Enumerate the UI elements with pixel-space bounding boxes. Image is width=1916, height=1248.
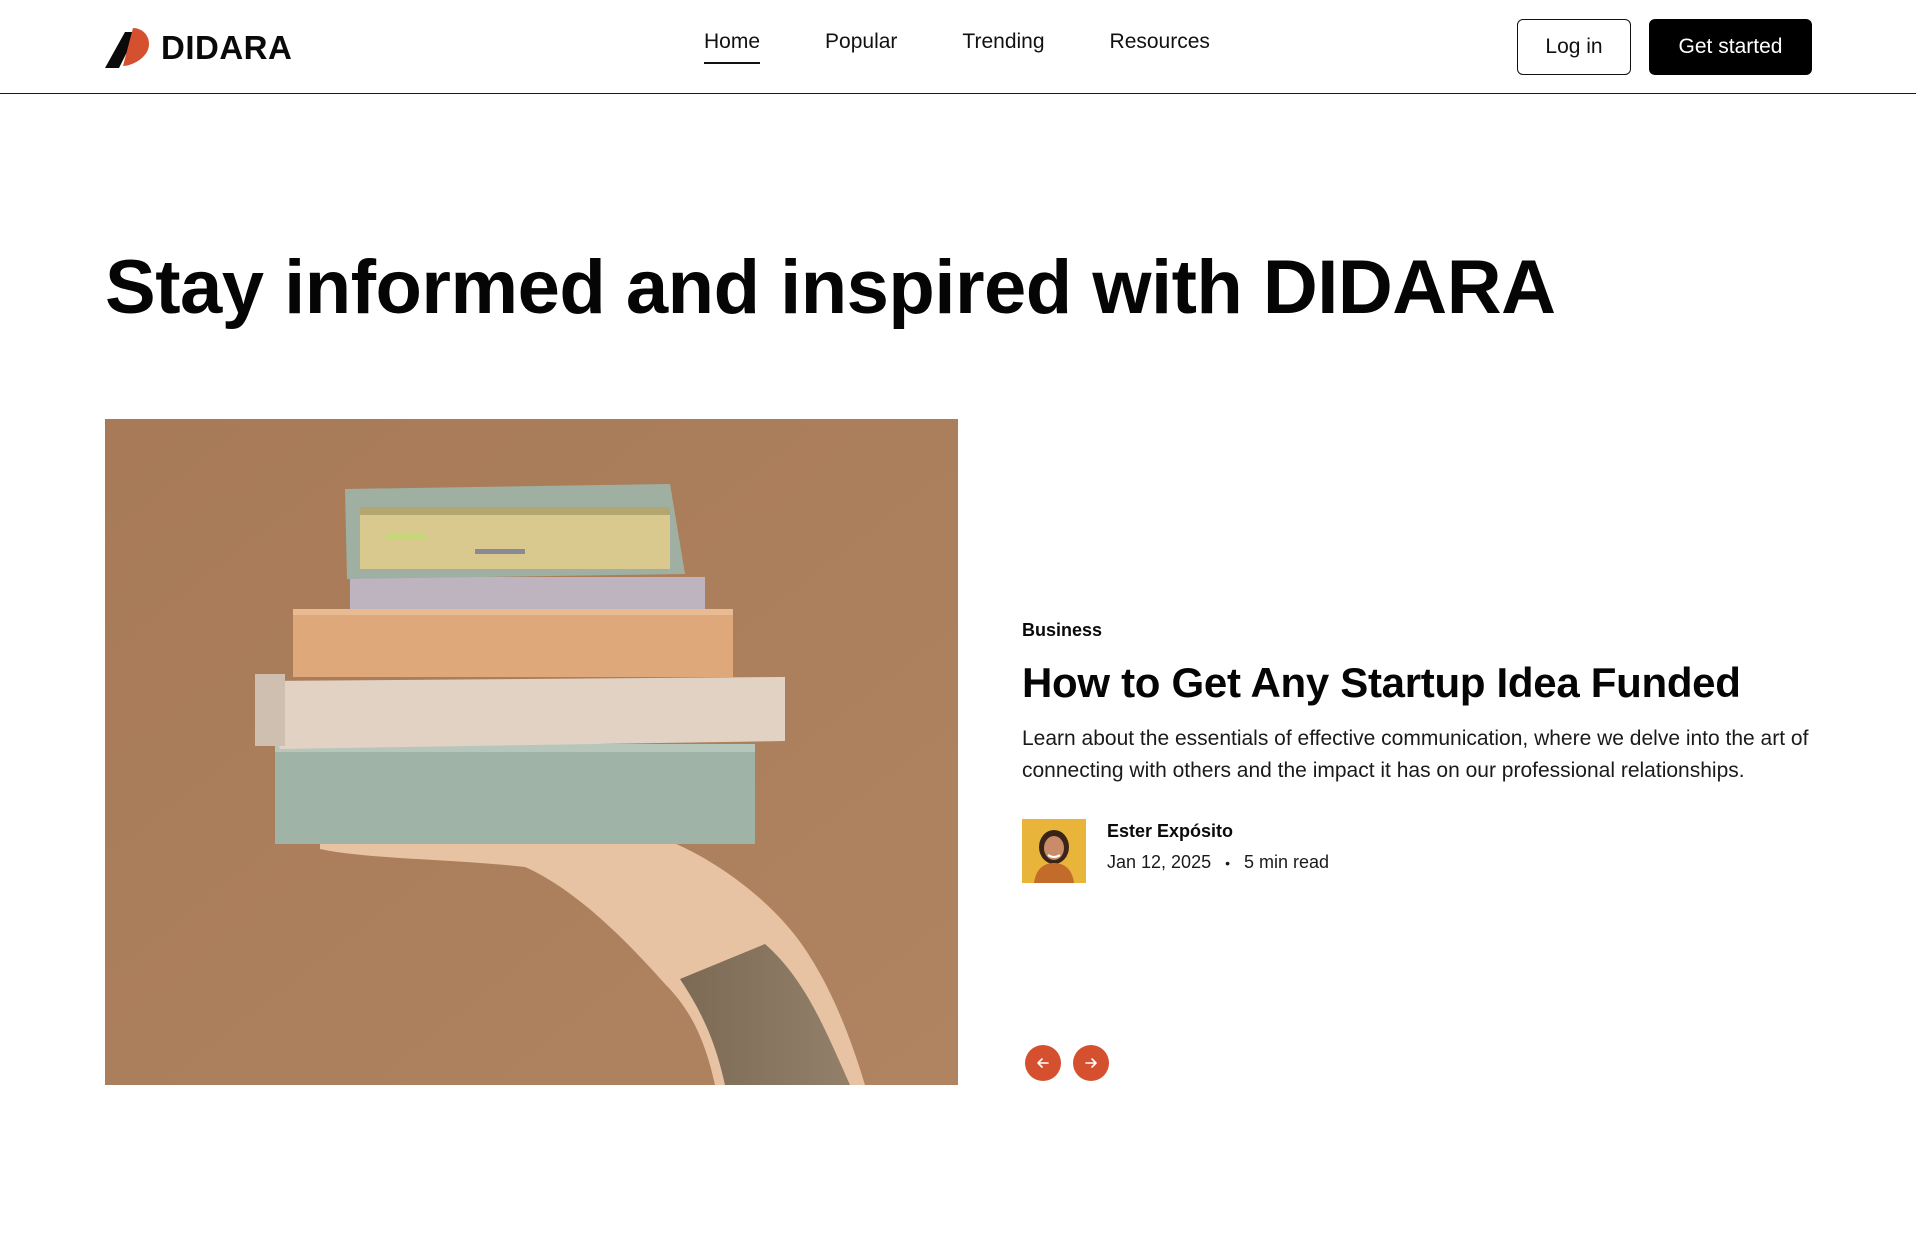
arrow-left-icon xyxy=(1037,1058,1049,1068)
top-navbar: DIDARA Home Popular Trending Resources L… xyxy=(0,0,1916,94)
article-meta: Jan 12, 2025 • 5 min read xyxy=(1107,852,1329,873)
get-started-button[interactable]: Get started xyxy=(1649,19,1812,75)
author-avatar[interactable] xyxy=(1022,819,1086,883)
brand-name: DIDARA xyxy=(161,29,293,66)
read-time: 5 min read xyxy=(1244,852,1330,872)
meta-separator: • xyxy=(1225,854,1230,871)
carousel-prev-button[interactable] xyxy=(1025,1045,1061,1081)
featured-article-image[interactable] xyxy=(105,419,958,1085)
login-button[interactable]: Log in xyxy=(1517,19,1631,75)
carousel-controls xyxy=(1025,1045,1109,1081)
article-description: Learn about the essentials of effective … xyxy=(1022,727,1809,782)
author-name[interactable]: Ester Expósito xyxy=(1107,821,1329,842)
stacked-books-photo xyxy=(105,419,958,1085)
featured-article: Business How to Get Any Startup Idea Fun… xyxy=(1022,620,1822,883)
brand-logo[interactable]: DIDARA xyxy=(105,26,292,70)
logo-mark-icon xyxy=(105,28,149,68)
hero-title: Stay informed and inspired with DIDARA xyxy=(105,245,1556,330)
publish-date: Jan 12, 2025 xyxy=(1107,852,1212,872)
author-info: Ester Expósito Jan 12, 2025 • 5 min read xyxy=(1107,819,1329,873)
nav-item-home[interactable]: Home xyxy=(704,30,761,64)
carousel-next-button[interactable] xyxy=(1073,1045,1109,1081)
main-nav: Home Popular Trending Resources xyxy=(704,30,1210,64)
article-category[interactable]: Business xyxy=(1022,620,1822,641)
article-author-block: Ester Expósito Jan 12, 2025 • 5 min read xyxy=(1022,819,1822,883)
nav-item-trending[interactable]: Trending xyxy=(962,30,1044,64)
article-title[interactable]: How to Get Any Startup Idea Funded xyxy=(1022,659,1822,707)
nav-item-popular[interactable]: Popular xyxy=(825,30,897,64)
arrow-right-icon xyxy=(1085,1058,1097,1068)
nav-item-resources[interactable]: Resources xyxy=(1110,30,1210,64)
